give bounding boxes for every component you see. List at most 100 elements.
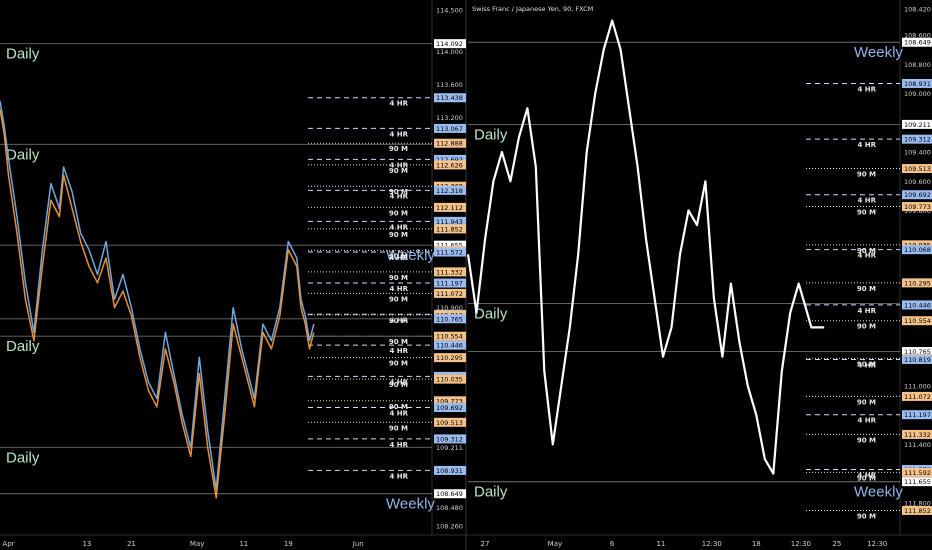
- timeframe-label: 90 M: [857, 209, 876, 217]
- time-axis-tick: 11: [239, 540, 248, 548]
- price-tag-label: 110.295: [904, 279, 931, 287]
- price-axis-tick: 111.400: [904, 441, 931, 449]
- price-axis-tick: 109.000: [904, 90, 931, 98]
- price-tag-label: 109.513: [904, 165, 931, 173]
- price-tag-label: 108.931: [436, 467, 463, 475]
- timeframe-label: 4 HR: [857, 307, 876, 315]
- timeframe-label: 4 HR: [857, 417, 876, 425]
- price-axis-tick: 113.200: [436, 114, 463, 122]
- timeframe-label: 4 HR: [857, 141, 876, 149]
- price-tag-label: 111.197: [904, 411, 931, 419]
- price-tag-label: 110.554: [436, 333, 463, 341]
- time-axis-tick: 25: [832, 540, 841, 548]
- timeframe-label: 90 M: [389, 231, 408, 239]
- timeframe-label: 90 M: [389, 317, 408, 325]
- time-axis-tick: 12:30: [867, 540, 887, 548]
- price-tag-label: 111.072: [904, 393, 931, 401]
- price-tag-label: 111.592: [904, 469, 931, 477]
- timeframe-label: 90 M: [389, 424, 408, 432]
- price-tag-label: 111.332: [904, 431, 931, 439]
- timeframe-label: 90 M: [389, 274, 408, 282]
- time-axis-tick: 27: [480, 540, 489, 548]
- timeframe-label: 90 M: [857, 323, 876, 331]
- level-name-label: Weekly: [854, 484, 903, 501]
- timeframe-label: 4 HR: [857, 361, 876, 369]
- price-tag-label: 113.067: [436, 125, 463, 133]
- timeframe-label: 90 M: [857, 436, 876, 444]
- timeframe-label: 90 M: [389, 360, 408, 368]
- time-axis-tick: 11: [656, 540, 665, 548]
- price-series-line: [0, 108, 315, 499]
- price-tag-label: 111.852: [436, 225, 463, 233]
- price-axis-tick: 111.000: [904, 382, 931, 390]
- time-axis-tick: 6: [610, 540, 615, 548]
- price-tag-label: 108.931: [904, 80, 931, 88]
- time-axis-tick: 12:30: [702, 540, 722, 548]
- price-tag-label: 110.554: [904, 317, 931, 325]
- price-tag-label: 110.765: [436, 315, 463, 323]
- price-axis-tick: 108.420: [904, 5, 931, 13]
- time-axis-tick: May: [548, 540, 562, 548]
- price-tag-label: 112.888: [436, 140, 463, 148]
- time-axis-tick: Jun: [352, 540, 364, 548]
- price-tag-label: 113.438: [436, 94, 463, 102]
- timeframe-label: 4 HR: [857, 252, 876, 260]
- price-tag-label: 109.692: [436, 404, 463, 412]
- price-axis-tick: 114.000: [436, 48, 463, 56]
- level-name-label: Daily: [6, 449, 40, 466]
- time-axis-tick: 21: [127, 540, 136, 548]
- level-name-label: Daily: [6, 338, 40, 355]
- price-series-line: [0, 100, 315, 491]
- price-tag-label: 110.446: [436, 342, 463, 350]
- price-tag-label: 109.773: [904, 203, 931, 211]
- price-tag-label: 110.035: [436, 376, 463, 384]
- price-axis-tick: 108.480: [436, 504, 463, 512]
- timeframe-label: 90 M: [857, 398, 876, 406]
- time-axis-tick: 18: [752, 540, 761, 548]
- price-tag-label: 110.446: [904, 301, 931, 309]
- price-tag-label: 109.211: [904, 121, 931, 129]
- timeframe-label: 90 M: [389, 209, 408, 217]
- price-tag-label: 109.692: [904, 191, 931, 199]
- timeframe-label: 90 M: [389, 381, 408, 389]
- timeframe-label: 4 HR: [389, 130, 408, 138]
- time-axis-tick: 19: [284, 540, 293, 548]
- timeframe-label: 4 HR: [389, 347, 408, 355]
- time-axis-tick: Apr: [2, 540, 14, 548]
- price-tag-label: 109.513: [436, 419, 463, 427]
- price-tag-label: 109.312: [436, 435, 463, 443]
- timeframe-label: 90 M: [857, 512, 876, 520]
- price-tag-label: 111.572: [436, 249, 463, 257]
- price-tag-label: 112.112: [436, 204, 463, 212]
- price-axis-tick: 114.500: [436, 6, 463, 14]
- timeframe-label: 4 HR: [389, 409, 408, 417]
- price-tag-label: 111.852: [904, 507, 931, 515]
- level-name-label: Weekly: [854, 44, 903, 61]
- level-name-label: Daily: [6, 46, 40, 63]
- price-axis-tick: 109.211: [436, 444, 463, 452]
- timeframe-label: 90 M: [389, 295, 408, 303]
- time-axis-tick: 13: [82, 540, 91, 548]
- time-axis-tick: May: [190, 540, 204, 548]
- price-axis-tick: 113.600: [436, 81, 463, 89]
- price-tag-label: 109.312: [904, 136, 931, 144]
- price-tag-label: 114.092: [436, 40, 463, 48]
- price-tag-label: 110.068: [904, 246, 931, 254]
- price-axis-tick: 109.400: [904, 149, 931, 157]
- price-tag-label: 108.649: [904, 39, 931, 47]
- timeframe-label: 4 HR: [857, 197, 876, 205]
- level-name-label: Daily: [474, 484, 508, 501]
- timeframe-label: 4 HR: [389, 192, 408, 200]
- timeframe-label: 4 HR: [389, 100, 408, 108]
- price-tag-label: 111.072: [436, 290, 463, 298]
- price-tag-label: 112.318: [436, 187, 463, 195]
- level-name-label: Weekly: [386, 496, 435, 513]
- symbol-title: Swiss Franc / Japanese Yen, 90, FXCM: [472, 5, 593, 13]
- timeframe-label: 4 HR: [857, 85, 876, 93]
- price-axis-tick: 108.260: [436, 522, 463, 530]
- price-tag-label: 111.332: [436, 268, 463, 276]
- price-tag-label: 110.819: [904, 356, 931, 364]
- price-axis-tick: 109.600: [904, 178, 931, 186]
- level-name-label: Daily: [474, 126, 508, 143]
- price-tag-label: 111.655: [904, 478, 931, 486]
